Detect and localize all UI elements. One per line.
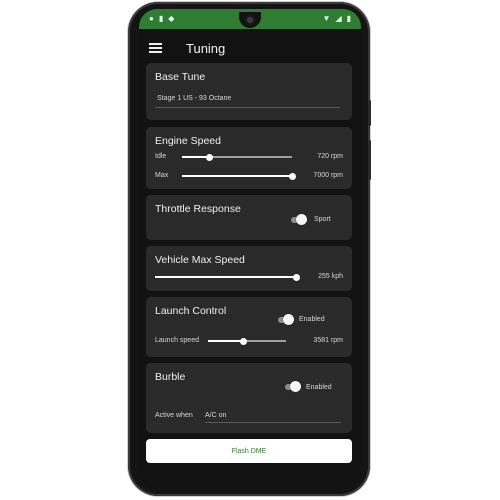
volume-button: [368, 140, 371, 180]
engine-speed-card: Engine Speed Idle 720 rpm Max 7000 rpm: [146, 127, 352, 189]
burble-card: Burble Enabled Active when A/C on: [146, 363, 352, 433]
wifi-icon: ▼: [322, 14, 331, 23]
max-value: 7000 rpm: [313, 172, 343, 179]
burble-active-when-label: Active when: [155, 412, 193, 419]
idle-label: Idle: [155, 153, 167, 160]
max-speed-slider-thumb[interactable]: [292, 273, 300, 281]
idle-slider[interactable]: [182, 153, 292, 161]
launch-control-toggle[interactable]: [276, 314, 294, 325]
max-speed-value: 255 kph: [318, 273, 343, 280]
system-nav-bar: [139, 469, 361, 489]
max-slider[interactable]: [182, 172, 296, 180]
notification-icon: ●: [149, 14, 154, 23]
throttle-mode-value: Sport: [314, 216, 331, 223]
base-tune-select[interactable]: Stage 1 US - 93 Octane: [157, 95, 231, 102]
max-label: Max: [155, 172, 169, 179]
shield-icon: ◆: [168, 14, 175, 23]
idle-value: 720 rpm: [317, 153, 343, 160]
flash-dme-button[interactable]: Flash DME: [146, 439, 352, 463]
launch-speed-slider[interactable]: [208, 337, 286, 345]
app-bar: Tuning: [139, 31, 361, 65]
vehicle-max-speed-title: Vehicle Max Speed: [155, 254, 245, 266]
phone-screen: ● ▮ ◆ ▼ ◢ ▮ Tuning Base Tune Stage 1 US …: [139, 9, 361, 489]
burble-title: Burble: [155, 371, 186, 383]
idle-slider-thumb[interactable]: [206, 153, 213, 161]
launch-control-card: Launch Control Enabled Launch speed 3581…: [146, 297, 352, 357]
launch-control-status: Enabled: [299, 316, 325, 323]
burble-active-when-select[interactable]: A/C on: [205, 412, 226, 419]
burble-status: Enabled: [306, 384, 332, 391]
launch-speed-value: 3581 rpm: [313, 337, 343, 344]
vehicle-max-speed-card: Vehicle Max Speed 255 kph: [146, 246, 352, 291]
signal-icon: ◢: [335, 14, 342, 23]
battery-icon: ▮: [346, 14, 351, 23]
throttle-response-card: Throttle Response Sport: [146, 195, 352, 240]
max-speed-slider[interactable]: [155, 273, 300, 281]
throttle-toggle[interactable]: [289, 214, 307, 225]
lock-icon: ▮: [158, 14, 164, 23]
power-button: [368, 100, 371, 126]
max-slider-thumb[interactable]: [288, 172, 296, 180]
base-tune-title: Base Tune: [155, 71, 206, 83]
launch-speed-label: Launch speed: [155, 337, 199, 344]
menu-icon[interactable]: [149, 43, 162, 53]
base-tune-card: Base Tune Stage 1 US - 93 Octane: [146, 63, 352, 120]
engine-speed-title: Engine Speed: [155, 135, 221, 147]
page-title: Tuning: [186, 40, 226, 56]
throttle-response-title: Throttle Response: [155, 203, 241, 215]
launch-speed-slider-thumb[interactable]: [239, 337, 247, 345]
burble-toggle[interactable]: [283, 381, 301, 392]
